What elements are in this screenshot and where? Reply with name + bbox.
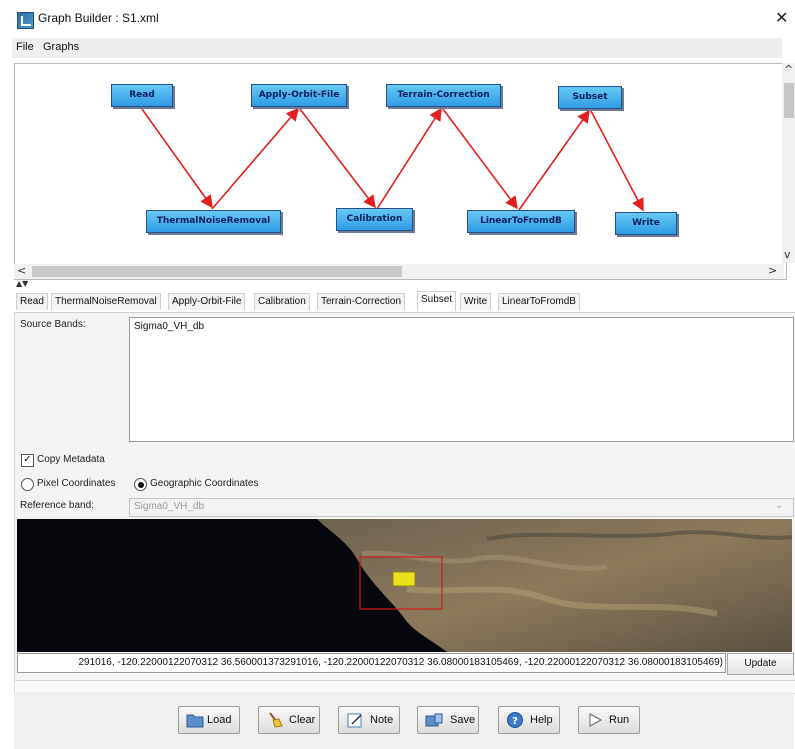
node-read[interactable]: Read	[111, 84, 173, 107]
clear-button[interactable]: Clear	[258, 706, 320, 734]
save-button[interactable]: Save	[417, 706, 479, 734]
tab-subset[interactable]: Subset	[417, 291, 457, 311]
edge-subset-write	[590, 110, 644, 212]
note-button[interactable]: Note	[338, 706, 400, 734]
app-icon	[17, 12, 34, 29]
chevron-down-icon: ⌄	[775, 500, 784, 511]
help-button[interactable]: ? Help	[498, 706, 560, 734]
update-button[interactable]: Update	[727, 653, 794, 675]
window-title: Graph Builder : S1.xml	[38, 11, 159, 25]
reference-band-select[interactable]: Sigma0_VH_db ⌄	[129, 498, 794, 517]
subset-region	[392, 571, 416, 587]
tab-calibration[interactable]: Calibration	[254, 293, 310, 310]
operator-tabs: Read ThermalNoiseRemoval Apply-Orbit-Fil…	[14, 290, 785, 313]
scroll-down-icon[interactable]: v	[784, 248, 791, 261]
node-thermal-noise-removal[interactable]: ThermalNoiseRemoval	[146, 210, 281, 233]
source-bands-label: Source Bands:	[20, 319, 86, 330]
scroll-up-icon[interactable]: ^	[784, 63, 793, 76]
menu-graphs[interactable]: Graphs	[43, 41, 79, 53]
reference-band-label: Reference band:	[20, 500, 94, 511]
geographic-coordinates-label: Geographic Coordinates	[150, 478, 259, 489]
copy-metadata-label: Copy Metadata	[37, 454, 105, 465]
node-write[interactable]: Write	[615, 212, 677, 235]
edge-thermal-orbit	[211, 107, 300, 210]
edge-calibration-terrain	[376, 107, 442, 210]
splitter-handle-icon[interactable]: ▲▼	[16, 279, 28, 288]
scroll-left-icon[interactable]: <	[17, 264, 26, 277]
geo-region-value: 291016, -120.22000122070312 36.560001373…	[78, 657, 723, 668]
graph-canvas[interactable]: Read Apply-Orbit-File Terrain-Correction…	[14, 63, 787, 280]
reference-band-value: Sigma0_VH_db	[134, 501, 205, 512]
menu-bar: File Graphs	[12, 38, 782, 58]
menu-file[interactable]: File	[16, 41, 34, 53]
horizontal-scroll-thumb[interactable]	[32, 266, 402, 277]
note-label: Note	[370, 714, 394, 726]
canvas-vertical-scrollbar[interactable]: ^ v	[782, 63, 795, 263]
folder-icon	[186, 714, 204, 728]
save-icon	[425, 713, 443, 727]
pixel-coordinates-radio[interactable]	[21, 478, 34, 491]
pixel-coordinates-label: Pixel Coordinates	[37, 478, 116, 489]
run-label: Run	[609, 714, 630, 726]
node-calibration[interactable]: Calibration	[336, 208, 413, 231]
tab-linear-to-fromdb[interactable]: LinearToFromdB	[498, 293, 580, 310]
help-icon: ?	[507, 712, 523, 728]
help-label: Help	[530, 714, 553, 726]
tab-terrain-correction[interactable]: Terrain-Correction	[317, 293, 406, 310]
edge-lineartodb-subset	[518, 109, 590, 211]
broom-icon	[269, 712, 283, 728]
vertical-scroll-thumb[interactable]	[784, 83, 794, 118]
run-button[interactable]: Run	[578, 706, 640, 734]
note-icon	[347, 713, 362, 728]
edge-terrain-lineartodb	[442, 108, 518, 210]
node-apply-orbit-file[interactable]: Apply-Orbit-File	[251, 84, 347, 107]
tab-write[interactable]: Write	[460, 293, 492, 310]
scroll-right-icon[interactable]: >	[768, 264, 777, 277]
load-label: Load	[207, 714, 232, 726]
title-bar: Graph Builder : S1.xml ✕	[0, 0, 795, 36]
geo-region-field[interactable]: 291016, -120.22000122070312 36.560001373…	[17, 653, 726, 673]
save-label: Save	[450, 714, 476, 726]
edge-read-thermal	[141, 108, 213, 209]
tab-apply-orbit-file[interactable]: Apply-Orbit-File	[168, 293, 246, 310]
close-icon[interactable]: ✕	[775, 8, 788, 27]
list-item[interactable]: Sigma0_VH_db	[134, 321, 204, 332]
svg-text:?: ?	[512, 716, 518, 727]
node-terrain-correction[interactable]: Terrain-Correction	[386, 84, 501, 107]
canvas-horizontal-scrollbar[interactable]: < >	[14, 264, 784, 279]
load-button[interactable]: Load	[178, 706, 240, 734]
node-linear-to-fromdb[interactable]: LinearToFromdB	[467, 210, 575, 233]
button-bar	[14, 692, 794, 749]
tab-read[interactable]: Read	[16, 293, 48, 310]
play-icon	[589, 713, 603, 727]
node-subset[interactable]: Subset	[558, 86, 622, 109]
geographic-coordinates-radio[interactable]	[134, 478, 147, 491]
edge-orbit-calibration	[299, 108, 376, 209]
clear-label: Clear	[289, 714, 316, 726]
world-map-preview[interactable]	[17, 519, 792, 652]
source-bands-list[interactable]: Sigma0_VH_db	[129, 317, 794, 442]
satellite-image	[17, 519, 792, 652]
copy-metadata-checkbox[interactable]: ✓	[21, 454, 34, 467]
tab-thermal-noise-removal[interactable]: ThermalNoiseRemoval	[51, 293, 161, 310]
